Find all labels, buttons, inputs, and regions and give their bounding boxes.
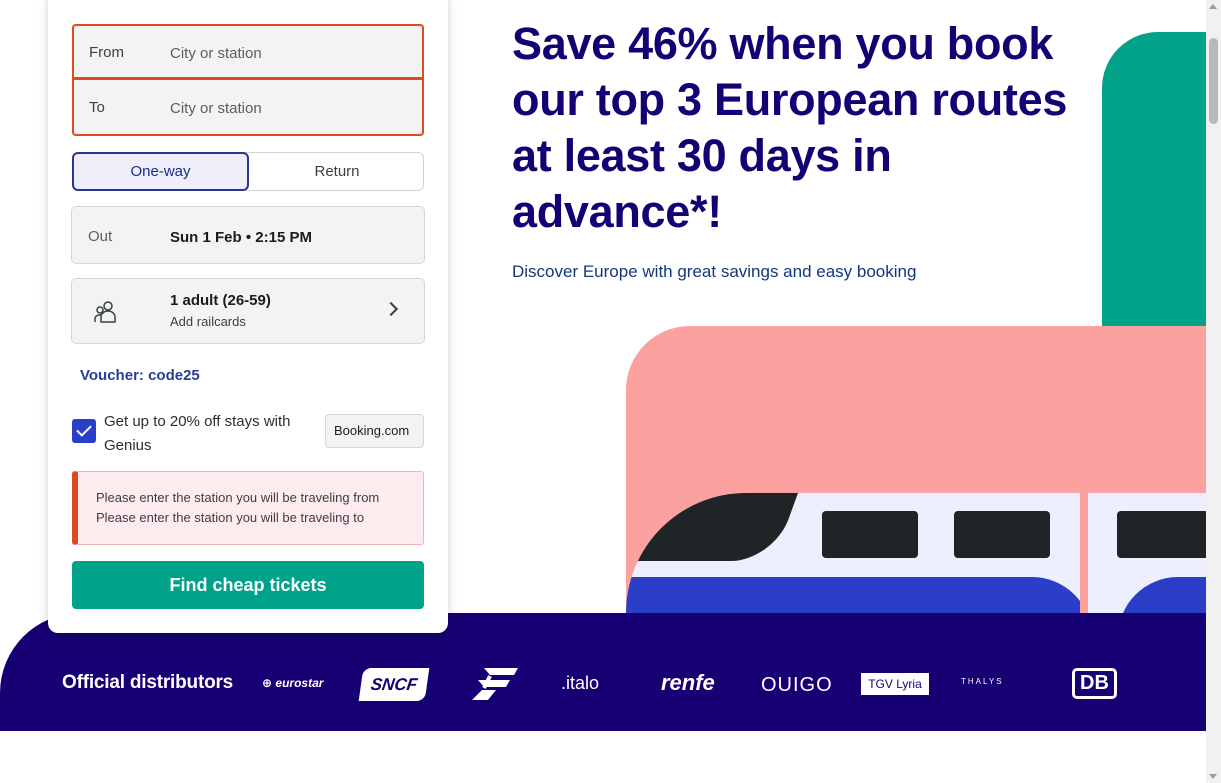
- genius-checkbox[interactable]: [72, 419, 96, 443]
- trenitalia-logo: [470, 666, 520, 702]
- passengers-icon: [94, 300, 116, 324]
- italo-logo: .italo: [561, 673, 600, 693]
- sncf-logo: SNCF: [358, 668, 430, 701]
- ouigo-logo: OUIGO: [761, 674, 833, 696]
- eurostar-logo: ⊕ eurostar: [262, 676, 324, 690]
- scrollbar-thumb[interactable]: [1209, 38, 1218, 124]
- to-input[interactable]: City or station: [170, 100, 262, 117]
- page: Save 46% when you book our top 3 Europea…: [0, 0, 1221, 783]
- hero-teal-shape: [1102, 32, 1212, 332]
- page-scrollbar[interactable]: [1206, 0, 1221, 783]
- train-car-front: [626, 493, 1080, 626]
- outbound-label: Out: [88, 228, 113, 245]
- thalys-logo: THALYS: [961, 677, 1004, 686]
- renfe-logo: renfe: [661, 670, 715, 695]
- train-window: [1117, 511, 1212, 558]
- outbound-date-picker[interactable]: Out Sun 1 Feb • 2:15 PM: [71, 206, 425, 264]
- booking-com-badge: Booking.com: [325, 414, 424, 448]
- find-tickets-button[interactable]: Find cheap tickets: [72, 561, 424, 609]
- from-input[interactable]: City or station: [170, 45, 262, 62]
- voucher-link[interactable]: Voucher: code25: [80, 367, 200, 384]
- validation-error-box: Please enter the station you will be tra…: [72, 471, 424, 545]
- error-to-message: Please enter the station you will be tra…: [96, 510, 365, 525]
- distributors-title: Official distributors: [62, 672, 234, 693]
- db-logo: DB: [1072, 668, 1117, 699]
- train-nose: [626, 493, 799, 561]
- tgv-lyria-logo: TGV Lyria: [861, 673, 929, 695]
- from-label: From: [89, 44, 124, 61]
- chevron-right-icon: [383, 301, 399, 317]
- passengers-summary: 1 adult (26-59): [170, 292, 271, 309]
- to-label: To: [89, 99, 105, 116]
- from-field[interactable]: From City or station: [72, 24, 424, 80]
- scroll-down-icon[interactable]: [1209, 774, 1217, 779]
- passengers-selector[interactable]: 1 adult (26-59) Add railcards: [71, 278, 425, 344]
- to-field[interactable]: To City or station: [72, 80, 424, 136]
- outbound-value: Sun 1 Feb • 2:15 PM: [170, 229, 312, 246]
- train-window: [954, 511, 1050, 558]
- hero-train-illustration: [626, 326, 1212, 626]
- one-way-button[interactable]: One-way: [72, 152, 249, 191]
- train-car-rear: [1088, 493, 1212, 626]
- trip-type-toggle: One-way Return: [72, 152, 424, 191]
- genius-label: Get up to 20% off stays with Genius: [104, 413, 291, 454]
- return-button[interactable]: Return: [250, 153, 424, 190]
- train-window: [822, 511, 918, 558]
- hero-subline: Discover Europe with great savings and e…: [512, 262, 917, 281]
- scroll-up-icon[interactable]: [1209, 4, 1217, 9]
- error-from-message: Please enter the station you will be tra…: [96, 490, 380, 505]
- hero-headline: Save 46% when you book our top 3 Europea…: [512, 18, 1068, 237]
- add-railcards-label: Add railcards: [170, 314, 246, 329]
